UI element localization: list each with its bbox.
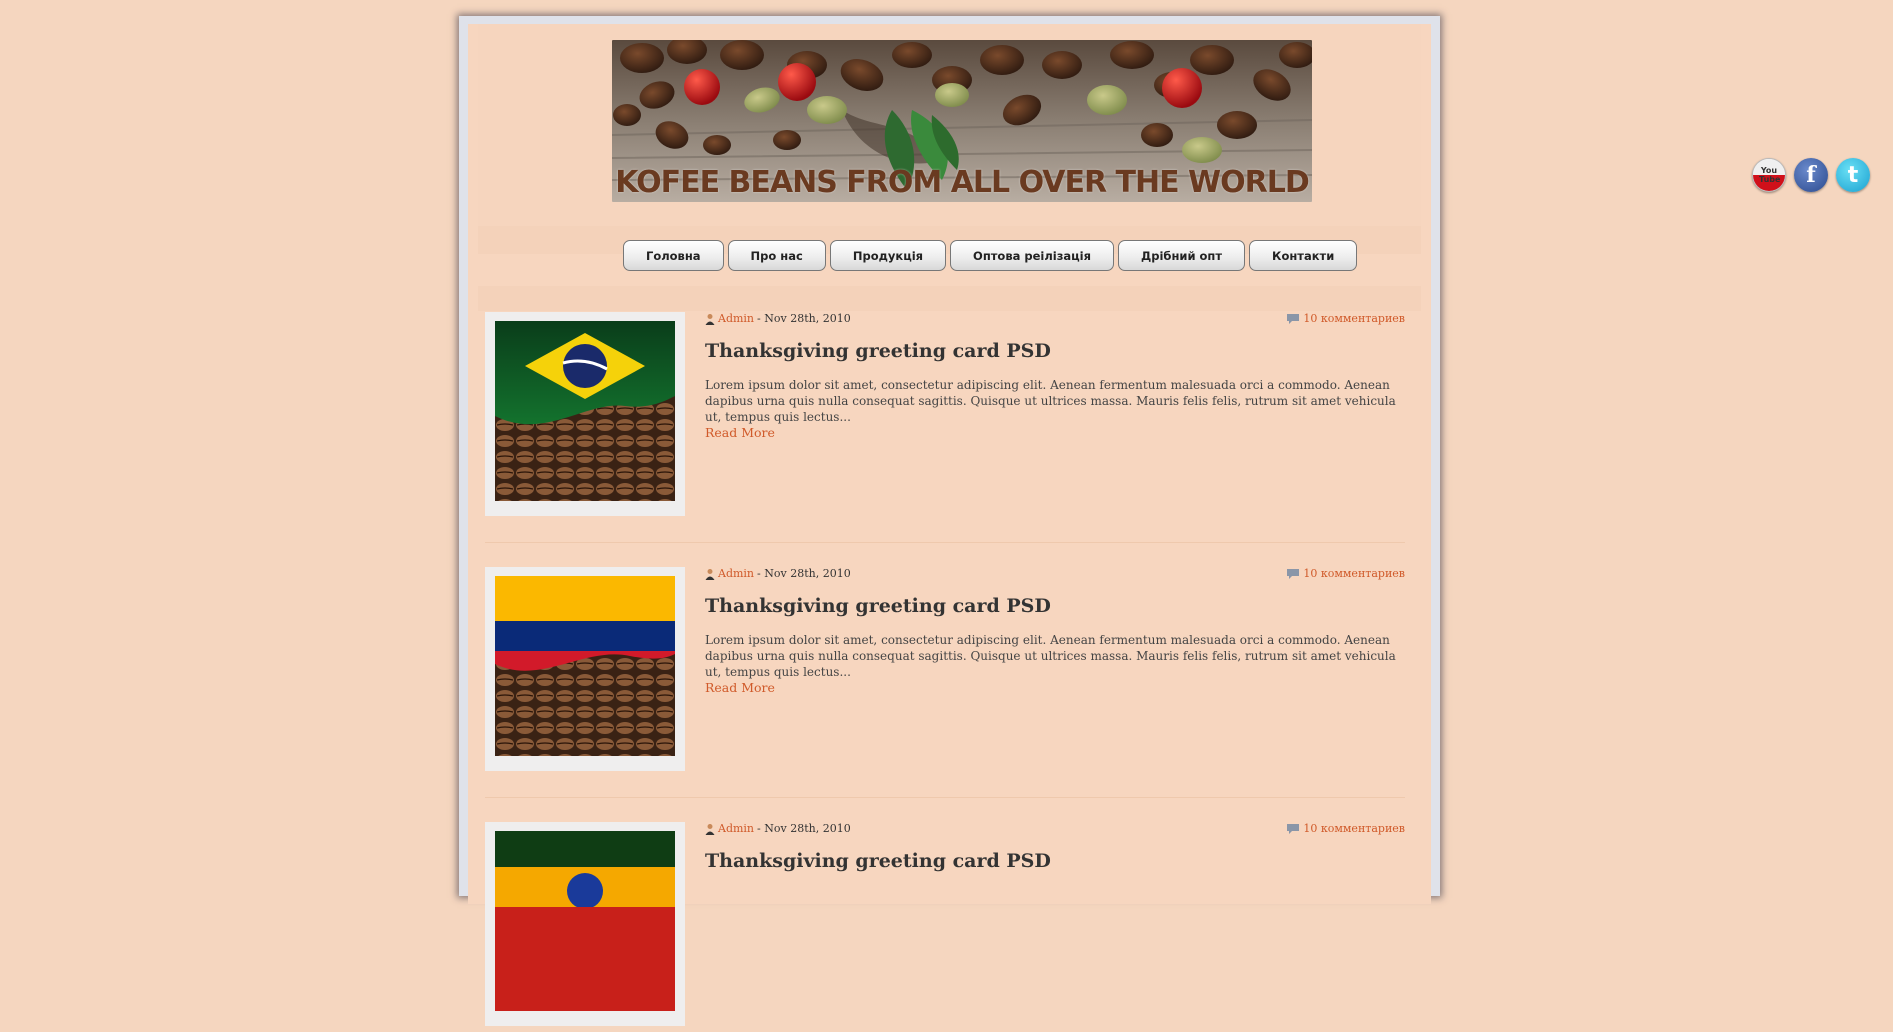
- read-more-link[interactable]: Read More: [705, 425, 775, 440]
- comments-link[interactable]: 10 комментариев: [1303, 567, 1405, 580]
- comment-icon: [1287, 313, 1300, 324]
- post-excerpt: Lorem ipsum dolor sit amet, consectetur …: [705, 378, 1396, 424]
- nav-item-home[interactable]: Головна: [623, 240, 724, 271]
- nav-item-small-wholesale[interactable]: Дрібний опт: [1118, 240, 1246, 271]
- post-thumbnail-frame: [485, 822, 685, 1026]
- youtube-label: You Tube: [1759, 166, 1781, 184]
- nav-item-contacts[interactable]: Контакти: [1249, 240, 1358, 271]
- author-link[interactable]: Admin: [718, 822, 754, 835]
- brazil-flag-coffee-image[interactable]: [495, 321, 675, 501]
- nav-item-wholesale[interactable]: Оптова реілізація: [950, 240, 1115, 271]
- post-excerpt: Lorem ipsum dolor sit amet, consectetur …: [705, 633, 1396, 679]
- user-icon: [705, 823, 715, 835]
- nav-strip: [478, 286, 1421, 311]
- post-comments: 10 комментариев: [1287, 312, 1405, 325]
- header: KOFEE BEANS FROM ALL OVER THE WORLD: [478, 24, 1421, 226]
- nav-item-products[interactable]: Продукція: [829, 240, 947, 271]
- comment-icon: [1287, 568, 1300, 579]
- nav-item-about[interactable]: Про нас: [727, 240, 826, 271]
- twitter-icon[interactable]: t: [1836, 158, 1870, 192]
- post-date: - Nov 28th, 2010: [757, 567, 851, 580]
- user-icon: [705, 568, 715, 580]
- post-item: Admin - Nov 28th, 2010 10 комментариев T…: [485, 312, 1405, 522]
- main-nav: Головна Про нас Продукція Оптова реіліза…: [623, 240, 1358, 274]
- post-thumbnail-frame: [485, 312, 685, 516]
- post-comments: 10 комментариев: [1287, 567, 1405, 580]
- facebook-icon[interactable]: f: [1794, 158, 1828, 192]
- author-link[interactable]: Admin: [718, 312, 754, 325]
- post-title[interactable]: Thanksgiving greeting card PSD: [705, 340, 1051, 362]
- post-item: Admin - Nov 28th, 2010 10 комментариев T…: [485, 567, 1405, 777]
- read-more-link[interactable]: Read More: [705, 680, 775, 695]
- author-link[interactable]: Admin: [718, 567, 754, 580]
- post-date: - Nov 28th, 2010: [757, 312, 851, 325]
- comment-icon: [1287, 823, 1300, 834]
- youtube-icon[interactable]: You Tube: [1752, 158, 1786, 192]
- ethiopia-flag-coffee-image[interactable]: [495, 831, 675, 1011]
- post-thumbnail-frame: [485, 567, 685, 771]
- post-title[interactable]: Thanksgiving greeting card PSD: [705, 850, 1051, 872]
- post-item: Admin - Nov 28th, 2010 10 комментариев T…: [485, 822, 1405, 1032]
- post-date: - Nov 28th, 2010: [757, 822, 851, 835]
- banner-title: KOFEE BEANS FROM ALL OVER THE WORLD: [615, 165, 1310, 200]
- header-banner: KOFEE BEANS FROM ALL OVER THE WORLD: [612, 40, 1312, 202]
- post-comments: 10 комментариев: [1287, 822, 1405, 835]
- social-links: You Tube f t: [1752, 158, 1870, 192]
- colombia-flag-coffee-image[interactable]: [495, 576, 675, 756]
- post-title[interactable]: Thanksgiving greeting card PSD: [705, 595, 1051, 617]
- page-frame: KOFEE BEANS FROM ALL OVER THE WORLD Голо…: [459, 16, 1440, 1026]
- post-divider: [485, 797, 1405, 798]
- post-meta: Admin - Nov 28th, 2010: [705, 312, 851, 325]
- post-divider: [485, 542, 1405, 543]
- twitter-label: t: [1847, 162, 1859, 188]
- post-meta: Admin - Nov 28th, 2010: [705, 567, 851, 580]
- user-icon: [705, 313, 715, 325]
- post-meta: Admin - Nov 28th, 2010: [705, 822, 851, 835]
- comments-link[interactable]: 10 комментариев: [1303, 312, 1405, 325]
- comments-link[interactable]: 10 комментариев: [1303, 822, 1405, 835]
- facebook-label: f: [1806, 162, 1816, 188]
